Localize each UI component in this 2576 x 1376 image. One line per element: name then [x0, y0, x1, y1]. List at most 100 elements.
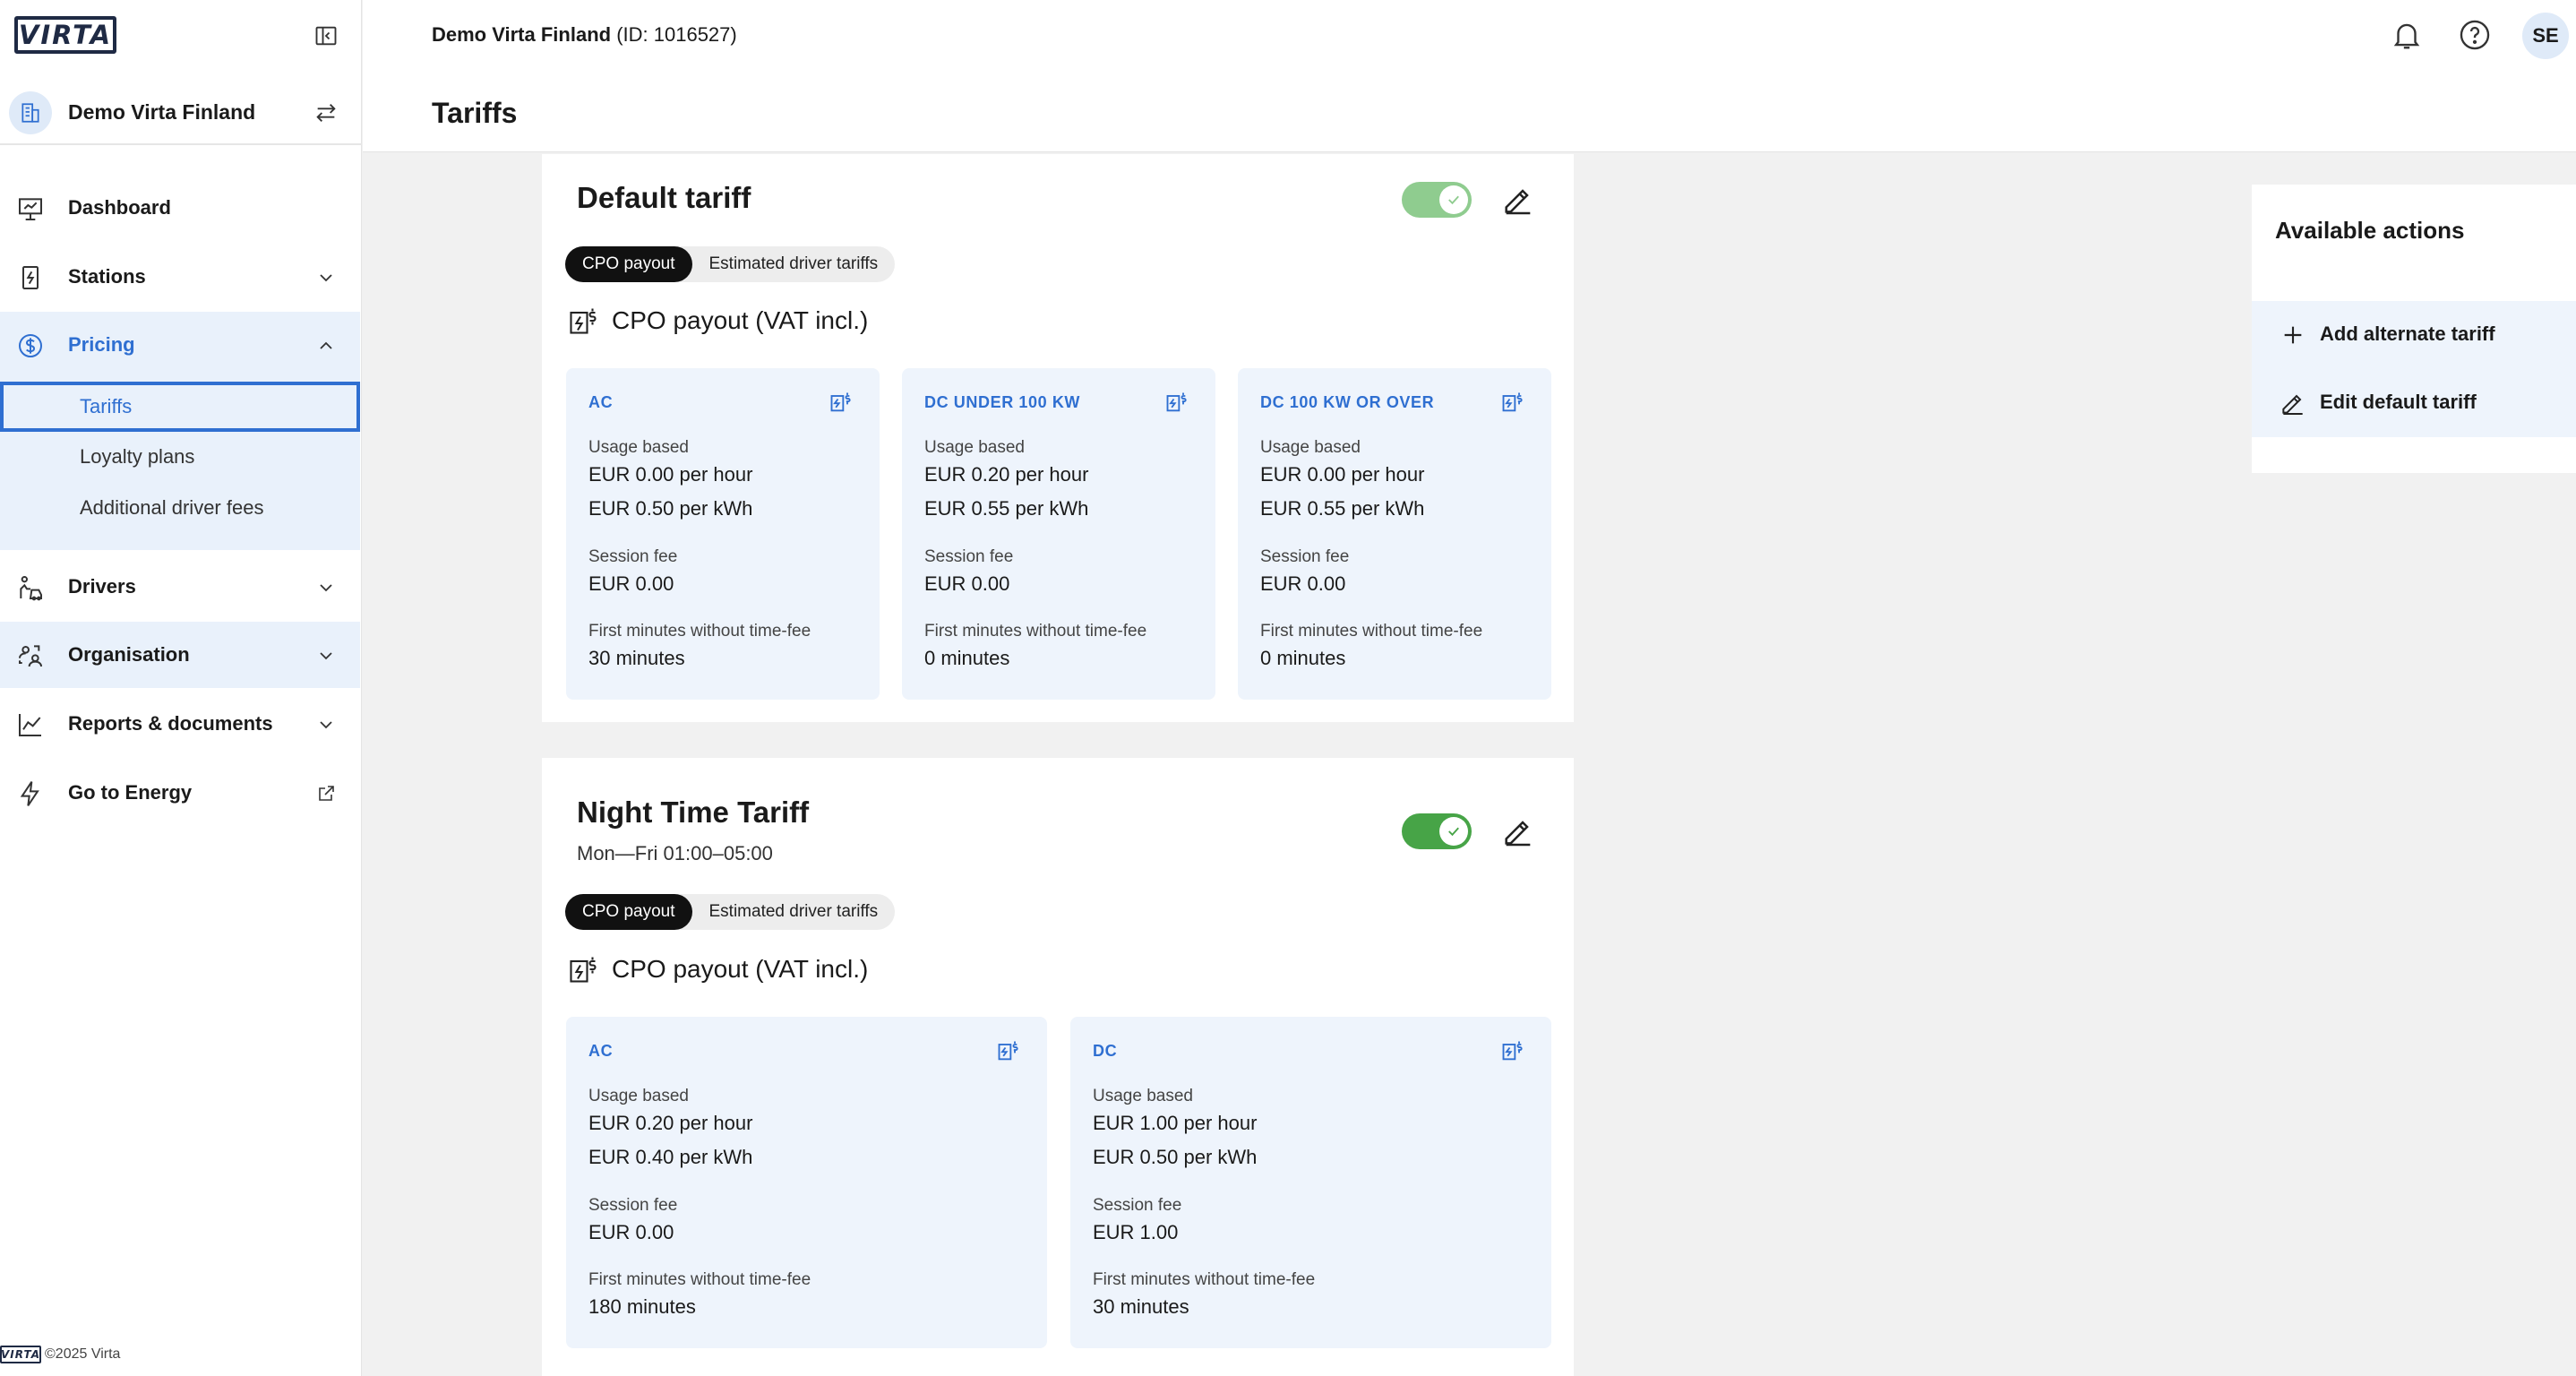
- sidebar-item-go-to-energy[interactable]: Go to Energy: [0, 760, 360, 826]
- tab-cpo-payout[interactable]: CPO payout: [565, 246, 692, 282]
- dashboard-icon: [19, 198, 42, 220]
- available-actions-panel: Available actions Add alternate tariff E…: [2252, 185, 2576, 473]
- sidebar-item-reports[interactable]: Reports & documents: [0, 691, 360, 757]
- tariff-enabled-toggle[interactable]: [1402, 182, 1472, 218]
- price-card: AC Usage based EUR 0.20 per hour EUR 0.4…: [566, 1017, 1047, 1348]
- switch-org-icon[interactable]: [313, 100, 339, 125]
- tariff-schedule: Mon—Fri 01:00–05:00: [577, 842, 773, 864]
- building-icon: [9, 91, 52, 134]
- page-title: Tariffs: [432, 97, 518, 129]
- tab-cpo-payout[interactable]: CPO payout: [565, 894, 692, 930]
- tariff-card-night-time: Night Time Tariff Mon—Fri 01:00–05:00 CP…: [542, 758, 1574, 1376]
- chevron-down-icon: [320, 274, 332, 282]
- org-name: Demo Virta Finland: [68, 100, 256, 124]
- user-avatar[interactable]: SE: [2522, 13, 2569, 59]
- first-minutes-label: First minutes without time-fee: [1260, 622, 1483, 641]
- session-label: Session fee: [588, 547, 678, 566]
- bell-icon[interactable]: [2390, 18, 2424, 52]
- actions-title: Available actions: [2275, 217, 2465, 244]
- edit-default-tariff-button[interactable]: Edit default tariff: [2252, 369, 2576, 437]
- session-fee-value: EUR 0.00: [588, 572, 674, 595]
- tariff-name: Night Time Tariff: [577, 796, 810, 829]
- first-minutes-label: First minutes without time-fee: [1093, 1270, 1316, 1289]
- add-alternate-tariff-button[interactable]: Add alternate tariff: [2252, 301, 2576, 369]
- price-details-icon[interactable]: [1500, 1038, 1525, 1063]
- price-details-icon[interactable]: [996, 1038, 1021, 1063]
- per-kwh-value: EUR 0.55 per kWh: [1260, 497, 1425, 520]
- sidebar-subitem-label: Loyalty plans: [80, 445, 195, 468]
- usage-label: Usage based: [1093, 1087, 1193, 1105]
- chevron-down-icon: [320, 721, 332, 729]
- tariff-name: Default tariff: [577, 181, 751, 214]
- session-fee-value: EUR 1.00: [1093, 1221, 1179, 1243]
- view-switch: CPO payout Estimated driver tariffs: [565, 894, 896, 930]
- edit-pencil-icon[interactable]: [1500, 813, 1536, 849]
- plus-icon: [2284, 326, 2302, 344]
- per-hour-value: EUR 0.20 per hour: [588, 1112, 753, 1134]
- sidebar-item-drivers[interactable]: Drivers: [0, 554, 360, 620]
- per-kwh-value: EUR 0.50 per kWh: [1093, 1146, 1258, 1168]
- price-details-icon[interactable]: [829, 390, 854, 415]
- edit-pencil-icon[interactable]: [1500, 182, 1536, 218]
- session-fee-value: EUR 0.00: [924, 572, 1010, 595]
- sidebar-item-pricing[interactable]: Pricing: [0, 312, 360, 378]
- check-icon: [1439, 185, 1468, 214]
- sidebar-subitem-additional-driver-fees[interactable]: Additional driver fees: [0, 483, 360, 533]
- first-minutes-value: 180 minutes: [588, 1295, 696, 1318]
- first-minutes-label: First minutes without time-fee: [924, 622, 1147, 641]
- dollar-circle-icon: [19, 334, 42, 357]
- organisation-icon: [19, 645, 42, 667]
- header-org-id: (ID: 1016527): [616, 23, 737, 46]
- price-details-icon[interactable]: [1164, 390, 1189, 415]
- first-minutes-label: First minutes without time-fee: [588, 1270, 811, 1289]
- org-switcher[interactable]: Demo Virta Finland: [0, 81, 362, 145]
- session-label: Session fee: [1260, 547, 1350, 566]
- session-fee-value: EUR 0.00: [1260, 572, 1346, 595]
- usage-label: Usage based: [1260, 438, 1361, 457]
- first-minutes-label: First minutes without time-fee: [588, 622, 811, 641]
- price-card-title: AC: [588, 393, 614, 411]
- sidebar-logo-row: VIRTA: [0, 0, 362, 70]
- sidebar-subitem-label: Tariffs: [80, 395, 133, 417]
- sidebar-item-label: Pricing: [68, 333, 135, 356]
- top-header: Demo Virta Finland (ID: 1016527) Tariffs…: [363, 0, 2576, 152]
- per-hour-value: EUR 0.00 per hour: [588, 463, 753, 486]
- chart-line-icon: [19, 714, 41, 736]
- price-card: DC Usage based EUR 1.00 per hour EUR 0.5…: [1070, 1017, 1551, 1348]
- first-minutes-value: 0 minutes: [924, 647, 1010, 669]
- edit-pencil-icon: [2282, 394, 2303, 415]
- price-card-title: DC: [1093, 1042, 1118, 1060]
- driver-icon: [20, 576, 42, 601]
- header-org-name: Demo Virta Finland: [432, 23, 612, 46]
- sidebar-item-dashboard[interactable]: Dashboard: [0, 175, 360, 241]
- price-card: DC UNDER 100 KW Usage based EUR 0.20 per…: [902, 368, 1215, 700]
- section-header: CPO payout (VAT incl.): [567, 303, 868, 339]
- action-label: Edit default tariff: [2320, 391, 2477, 413]
- virta-logo[interactable]: VIRTA: [14, 16, 116, 54]
- sidebar-item-label: Stations: [68, 265, 146, 288]
- charging-station-icon: [22, 266, 39, 289]
- per-kwh-value: EUR 0.50 per kWh: [588, 497, 753, 520]
- collapse-sidebar-icon[interactable]: [313, 23, 339, 48]
- session-fee-value: EUR 0.00: [588, 1221, 674, 1243]
- sidebar-item-organisation[interactable]: Organisation: [0, 622, 360, 688]
- tab-estimated-driver-tariffs[interactable]: Estimated driver tariffs: [692, 894, 896, 930]
- session-label: Session fee: [1093, 1196, 1182, 1215]
- tariff-enabled-toggle[interactable]: [1402, 813, 1472, 849]
- session-label: Session fee: [588, 1196, 678, 1215]
- sidebar-subitem-loyalty-plans[interactable]: Loyalty plans: [0, 432, 360, 482]
- sidebar-item-label: Reports & documents: [68, 712, 273, 735]
- virta-mini-logo: VIRTA: [0, 1346, 41, 1363]
- help-icon[interactable]: [2458, 18, 2492, 52]
- price-details-icon[interactable]: [1500, 390, 1525, 415]
- lightning-icon: [20, 781, 39, 806]
- sidebar-footer: VIRTA ©2025 Virta: [0, 1344, 120, 1365]
- sidebar-subitem-tariffs[interactable]: Tariffs: [0, 382, 360, 432]
- tab-estimated-driver-tariffs[interactable]: Estimated driver tariffs: [692, 246, 896, 282]
- chevron-up-icon: [320, 341, 332, 349]
- sidebar-item-label: Drivers: [68, 575, 136, 598]
- sidebar-item-stations[interactable]: Stations: [0, 244, 360, 310]
- first-minutes-value: 0 minutes: [1260, 647, 1346, 669]
- price-card-title: AC: [588, 1042, 614, 1060]
- chevron-down-icon: [320, 584, 332, 592]
